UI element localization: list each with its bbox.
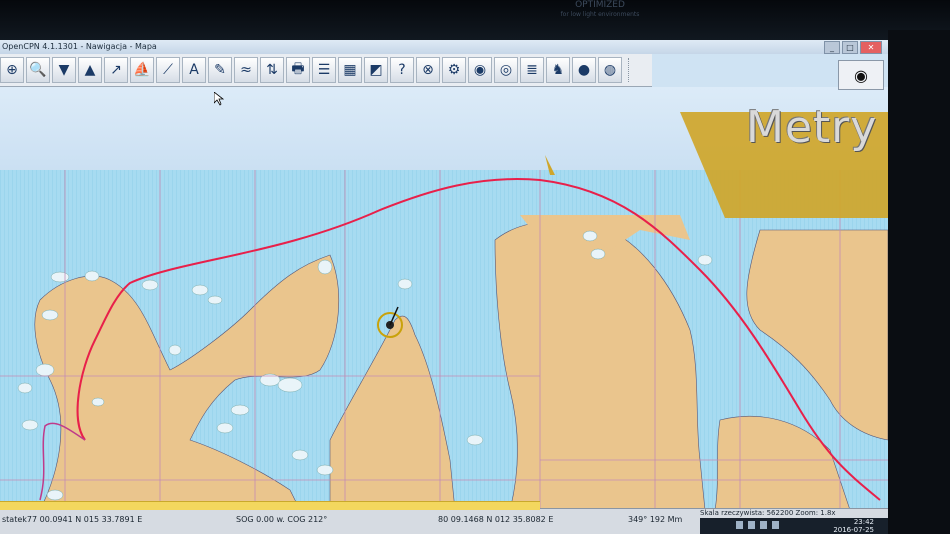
text-icon[interactable]: A <box>182 57 206 83</box>
minimize-button[interactable]: _ <box>824 41 840 54</box>
status-sog-cog: SOG 0.00 w. COG 212° <box>236 515 328 524</box>
lifebuoy-icon[interactable]: ◍ <box>598 57 622 83</box>
volume-icon[interactable] <box>748 521 755 529</box>
chart-loading-bar <box>0 501 540 510</box>
ship-icon[interactable]: ⛵ <box>130 57 154 83</box>
zoom-in-icon[interactable]: ⊕ <box>0 57 24 83</box>
target-icon[interactable]: ⊗ <box>416 57 440 83</box>
monitor-bezel: OPTIMIZED for low light environments <box>0 0 950 40</box>
status-cursor-position: statek77 00.0941 N 015 33.7891 E <box>2 515 143 524</box>
measure-icon[interactable]: ⟋ <box>156 57 180 83</box>
monitor-bezel-right <box>888 30 950 534</box>
toolbar-grip[interactable] <box>628 58 635 82</box>
zoom-out-icon[interactable]: 🔍 <box>26 57 50 83</box>
network-icon[interactable] <box>736 521 743 529</box>
globe-icon[interactable]: ● <box>572 57 596 83</box>
close-button[interactable]: ✕ <box>860 41 882 54</box>
color-scheme-icon[interactable]: ◩ <box>364 57 388 83</box>
tray-date: 2016-07-25 <box>833 526 874 534</box>
help-icon[interactable]: ? <box>390 57 414 83</box>
monitor-logo: OPTIMIZED for low light environments <box>520 0 680 22</box>
windows-taskbar: 23:42 2016-07-25 <box>700 518 888 534</box>
ais-icon[interactable]: ◉ <box>468 57 492 83</box>
nautical-chart[interactable] <box>0 170 888 510</box>
settings-icon[interactable]: ⚙ <box>442 57 466 83</box>
main-toolbar: ⊕ 🔍 ▼ ▲ ↗ ⛵ ⟋ A ✎ ≈ ⇅ 🖶 ☰ ▦ ◩? ⊗ ⚙ ◉ ◎ ≣ ♞ ● ◍ <box>0 54 652 87</box>
title-bar: OpenCPN 4.1.1301 - Nawigacja - Mapa _ □ … <box>0 40 888 54</box>
radar-icon[interactable]: ◎ <box>494 57 518 83</box>
maximize-button[interactable]: □ <box>842 41 858 54</box>
list-icon[interactable]: ≣ <box>520 57 544 83</box>
scale-out-icon[interactable]: ▲ <box>78 57 102 83</box>
route-manager-icon[interactable]: ☰ <box>312 57 336 83</box>
scale-in-icon[interactable]: ▼ <box>52 57 76 83</box>
tray-time: 23:42 <box>853 518 874 526</box>
dog-icon[interactable]: ♞ <box>546 57 570 83</box>
monitor-logo-subtext: for low light environments <box>560 11 640 18</box>
depth-units-label: Metry <box>746 102 878 153</box>
print-icon[interactable]: 🖶 <box>286 57 310 83</box>
window-title: OpenCPN 4.1.1301 - Nawigacja - Mapa <box>2 42 157 51</box>
battery-icon[interactable] <box>760 521 767 529</box>
tide-icon[interactable]: ≈ <box>234 57 258 83</box>
chart-quilt-icon[interactable]: ▦ <box>338 57 362 83</box>
window-controls: _ □ ✕ <box>824 41 882 54</box>
tray-clock[interactable]: 23:42 2016-07-25 <box>833 518 874 534</box>
status-ship-position: 80 09.1468 N 012 35.8082 E <box>438 515 554 524</box>
monitor-logo-text: OPTIMIZED <box>575 0 625 10</box>
current-icon[interactable]: ⇅ <box>260 57 284 83</box>
route-icon[interactable]: ↗ <box>104 57 128 83</box>
compass-icon[interactable]: ◉ <box>838 60 884 90</box>
track-icon[interactable]: ✎ <box>208 57 232 83</box>
status-scale-zoom: Skala rzeczywista: 562200 Zoom: 1.8x <box>700 509 836 517</box>
status-bearing-distance: 349° 192 Mm <box>628 515 683 524</box>
opencpn-window: OpenCPN 4.1.1301 - Nawigacja - Mapa _ □ … <box>0 40 888 534</box>
tray-icons <box>736 521 779 529</box>
windows-icon[interactable] <box>772 521 779 529</box>
